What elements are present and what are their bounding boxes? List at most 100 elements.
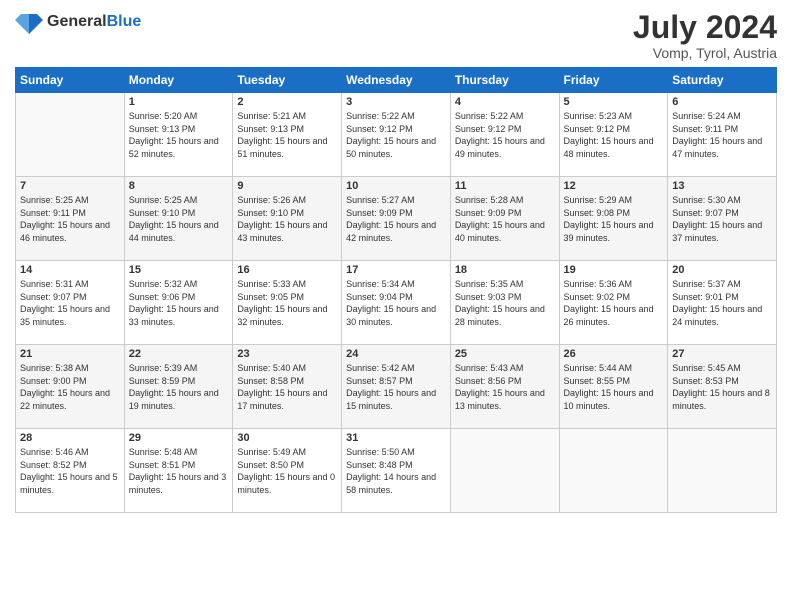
day-number: 3	[346, 96, 446, 108]
day-number: 1	[129, 96, 229, 108]
day-number: 22	[129, 348, 229, 360]
col-wednesday: Wednesday	[342, 68, 451, 93]
location: Vomp, Tyrol, Austria	[633, 45, 777, 61]
cell-info: Sunrise: 5:40 AM Sunset: 8:58 PM Dayligh…	[237, 362, 337, 412]
cell-info: Sunrise: 5:31 AM Sunset: 9:07 PM Dayligh…	[20, 278, 120, 328]
week-row-4: 21Sunrise: 5:38 AM Sunset: 9:00 PM Dayli…	[16, 345, 777, 429]
cell-4-5: 25Sunrise: 5:43 AM Sunset: 8:56 PM Dayli…	[450, 345, 559, 429]
day-number: 30	[237, 432, 337, 444]
logo-general: General	[47, 13, 107, 30]
day-number: 14	[20, 264, 120, 276]
cell-info: Sunrise: 5:20 AM Sunset: 9:13 PM Dayligh…	[129, 110, 229, 160]
cell-info: Sunrise: 5:26 AM Sunset: 9:10 PM Dayligh…	[237, 194, 337, 244]
cell-info: Sunrise: 5:44 AM Sunset: 8:55 PM Dayligh…	[564, 362, 664, 412]
day-number: 17	[346, 264, 446, 276]
header-row: Sunday Monday Tuesday Wednesday Thursday…	[16, 68, 777, 93]
day-number: 31	[346, 432, 446, 444]
cell-1-4: 3 Sunrise: 5:22 AM Sunset: 9:12 PM Daylig…	[342, 93, 451, 177]
week-row-1: 1 Sunrise: 5:20 AM Sunset: 9:13 PM Daylig…	[16, 93, 777, 177]
day-number: 8	[129, 180, 229, 192]
cell-2-7: 13 Sunrise: 5:30 AM Sunset: 9:07 PM Dayli…	[668, 177, 777, 261]
main-container: GeneralBlue July 2024 Vomp, Tyrol, Austr…	[0, 0, 792, 523]
day-number: 9	[237, 180, 337, 192]
day-number: 15	[129, 264, 229, 276]
cell-info: Sunrise: 5:23 AM Sunset: 9:12 PM Dayligh…	[564, 110, 664, 160]
cell-1-2: 1 Sunrise: 5:20 AM Sunset: 9:13 PM Daylig…	[124, 93, 233, 177]
month-year: July 2024	[633, 10, 777, 45]
day-number: 5	[564, 96, 664, 108]
cell-1-3: 2Sunrise: 5:21 AM Sunset: 9:13 PM Daylig…	[233, 93, 342, 177]
cell-3-2: 15 Sunrise: 5:32 AM Sunset: 9:06 PM Dayli…	[124, 261, 233, 345]
cell-info: Sunrise: 5:28 AM Sunset: 9:09 PM Dayligh…	[455, 194, 555, 244]
cell-info: Sunrise: 5:37 AM Sunset: 9:01 PM Dayligh…	[672, 278, 772, 328]
cell-5-7	[668, 429, 777, 513]
cell-5-4: 31 Sunrise: 5:50 AM Sunset: 8:48 PM Dayli…	[342, 429, 451, 513]
cell-3-5: 18Sunrise: 5:35 AM Sunset: 9:03 PM Dayli…	[450, 261, 559, 345]
day-number: 28	[20, 432, 120, 444]
col-monday: Monday	[124, 68, 233, 93]
cell-info: Sunrise: 5:22 AM Sunset: 9:12 PM Dayligh…	[346, 110, 446, 160]
cell-info: Sunrise: 5:42 AM Sunset: 8:57 PM Dayligh…	[346, 362, 446, 412]
cell-1-1	[16, 93, 125, 177]
cell-info: Sunrise: 5:43 AM Sunset: 8:56 PM Dayligh…	[455, 362, 555, 412]
cell-1-7: 6Sunrise: 5:24 AM Sunset: 9:11 PM Daylig…	[668, 93, 777, 177]
cell-info: Sunrise: 5:21 AM Sunset: 9:13 PM Dayligh…	[237, 110, 337, 160]
day-number: 19	[564, 264, 664, 276]
cell-info: Sunrise: 5:29 AM Sunset: 9:08 PM Dayligh…	[564, 194, 664, 244]
cell-info: Sunrise: 5:25 AM Sunset: 9:10 PM Dayligh…	[129, 194, 229, 244]
day-number: 13	[672, 180, 772, 192]
cell-1-6: 5 Sunrise: 5:23 AM Sunset: 9:12 PM Daylig…	[559, 93, 668, 177]
cell-2-5: 11 Sunrise: 5:28 AM Sunset: 9:09 PM Dayli…	[450, 177, 559, 261]
cell-4-6: 26Sunrise: 5:44 AM Sunset: 8:55 PM Dayli…	[559, 345, 668, 429]
cell-info: Sunrise: 5:36 AM Sunset: 9:02 PM Dayligh…	[564, 278, 664, 328]
day-number: 6	[672, 96, 772, 108]
day-number: 16	[237, 264, 337, 276]
cell-info: Sunrise: 5:25 AM Sunset: 9:11 PM Dayligh…	[20, 194, 120, 244]
day-number: 12	[564, 180, 664, 192]
cell-5-1: 28Sunrise: 5:46 AM Sunset: 8:52 PM Dayli…	[16, 429, 125, 513]
day-number: 23	[237, 348, 337, 360]
col-sunday: Sunday	[16, 68, 125, 93]
cell-info: Sunrise: 5:48 AM Sunset: 8:51 PM Dayligh…	[129, 446, 229, 496]
col-tuesday: Tuesday	[233, 68, 342, 93]
cell-info: Sunrise: 5:39 AM Sunset: 8:59 PM Dayligh…	[129, 362, 229, 412]
cell-3-7: 20Sunrise: 5:37 AM Sunset: 9:01 PM Dayli…	[668, 261, 777, 345]
cell-3-3: 16 Sunrise: 5:33 AM Sunset: 9:05 PM Dayli…	[233, 261, 342, 345]
cell-info: Sunrise: 5:27 AM Sunset: 9:09 PM Dayligh…	[346, 194, 446, 244]
cell-info: Sunrise: 5:33 AM Sunset: 9:05 PM Dayligh…	[237, 278, 337, 328]
cell-5-6	[559, 429, 668, 513]
cell-info: Sunrise: 5:22 AM Sunset: 9:12 PM Dayligh…	[455, 110, 555, 160]
logo-icon	[15, 10, 43, 34]
day-number: 29	[129, 432, 229, 444]
cell-info: Sunrise: 5:45 AM Sunset: 8:53 PM Dayligh…	[672, 362, 772, 412]
day-number: 24	[346, 348, 446, 360]
calendar-table: Sunday Monday Tuesday Wednesday Thursday…	[15, 67, 777, 513]
week-row-2: 7 Sunrise: 5:25 AM Sunset: 9:11 PM Daylig…	[16, 177, 777, 261]
day-number: 7	[20, 180, 120, 192]
cell-2-4: 10Sunrise: 5:27 AM Sunset: 9:09 PM Dayli…	[342, 177, 451, 261]
logo-text: GeneralBlue	[47, 13, 141, 31]
logo: GeneralBlue	[15, 10, 141, 34]
cell-3-4: 17 Sunrise: 5:34 AM Sunset: 9:04 PM Dayli…	[342, 261, 451, 345]
cell-4-2: 22 Sunrise: 5:39 AM Sunset: 8:59 PM Dayli…	[124, 345, 233, 429]
col-saturday: Saturday	[668, 68, 777, 93]
col-thursday: Thursday	[450, 68, 559, 93]
cell-info: Sunrise: 5:38 AM Sunset: 9:00 PM Dayligh…	[20, 362, 120, 412]
cell-2-3: 9 Sunrise: 5:26 AM Sunset: 9:10 PM Daylig…	[233, 177, 342, 261]
cell-3-1: 14 Sunrise: 5:31 AM Sunset: 9:07 PM Dayli…	[16, 261, 125, 345]
logo-blue: Blue	[107, 13, 142, 30]
cell-info: Sunrise: 5:34 AM Sunset: 9:04 PM Dayligh…	[346, 278, 446, 328]
header: GeneralBlue July 2024 Vomp, Tyrol, Austr…	[15, 10, 777, 61]
cell-info: Sunrise: 5:35 AM Sunset: 9:03 PM Dayligh…	[455, 278, 555, 328]
cell-3-6: 19 Sunrise: 5:36 AM Sunset: 9:02 PM Dayli…	[559, 261, 668, 345]
day-number: 11	[455, 180, 555, 192]
cell-5-5	[450, 429, 559, 513]
cell-info: Sunrise: 5:49 AM Sunset: 8:50 PM Dayligh…	[237, 446, 337, 496]
title-block: July 2024 Vomp, Tyrol, Austria	[633, 10, 777, 61]
cell-info: Sunrise: 5:50 AM Sunset: 8:48 PM Dayligh…	[346, 446, 446, 496]
cell-4-1: 21Sunrise: 5:38 AM Sunset: 9:00 PM Dayli…	[16, 345, 125, 429]
cell-info: Sunrise: 5:32 AM Sunset: 9:06 PM Dayligh…	[129, 278, 229, 328]
cell-4-7: 27Sunrise: 5:45 AM Sunset: 8:53 PM Dayli…	[668, 345, 777, 429]
cell-info: Sunrise: 5:30 AM Sunset: 9:07 PM Dayligh…	[672, 194, 772, 244]
cell-4-3: 23 Sunrise: 5:40 AM Sunset: 8:58 PM Dayli…	[233, 345, 342, 429]
